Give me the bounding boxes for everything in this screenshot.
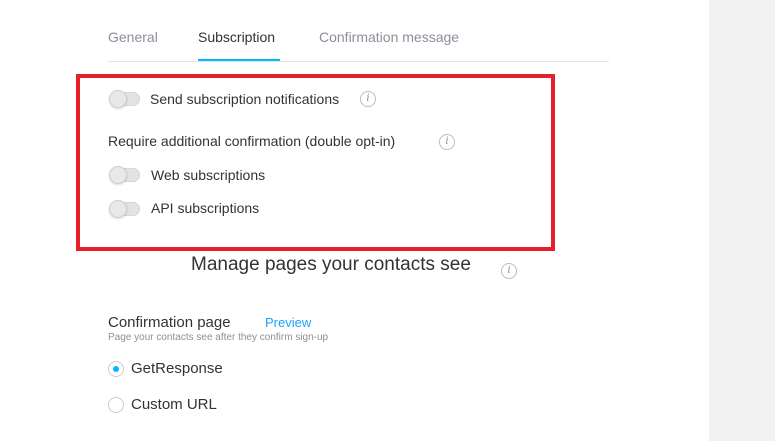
radio-custom-url-label: Custom URL [131,396,217,413]
radio-custom-url[interactable] [108,397,124,413]
tab-general[interactable]: General [108,29,158,45]
web-subscriptions-label: Web subscriptions [151,167,266,183]
info-icon[interactable]: i [501,263,517,279]
preview-link[interactable]: Preview [265,315,311,330]
toggle-knob [109,166,127,184]
confirmation-page-label: Confirmation page [108,314,231,331]
section-title: Manage pages your contacts see [191,254,471,275]
send-notifications-label: Send subscription notifications [150,91,340,107]
right-side-panel [709,0,775,441]
web-subscriptions-toggle[interactable] [109,166,140,184]
radio-getresponse-label: GetResponse [131,360,223,377]
toggle-knob [109,90,127,108]
tab-subscription[interactable]: Subscription [198,29,275,45]
tab-confirmation-message[interactable]: Confirmation message [319,29,459,45]
radio-getresponse[interactable] [108,361,124,377]
api-subscriptions-toggle[interactable] [109,200,140,218]
send-notifications-toggle[interactable] [109,90,140,108]
double-optin-heading: Require additional confirmation (double … [108,133,396,149]
api-subscriptions-label: API subscriptions [151,200,260,216]
info-icon[interactable]: i [439,134,455,150]
info-icon[interactable]: i [360,91,376,107]
toggle-knob [109,200,127,218]
confirmation-page-hint: Page your contacts see after they confir… [108,332,329,343]
tabs-divider [108,61,609,62]
